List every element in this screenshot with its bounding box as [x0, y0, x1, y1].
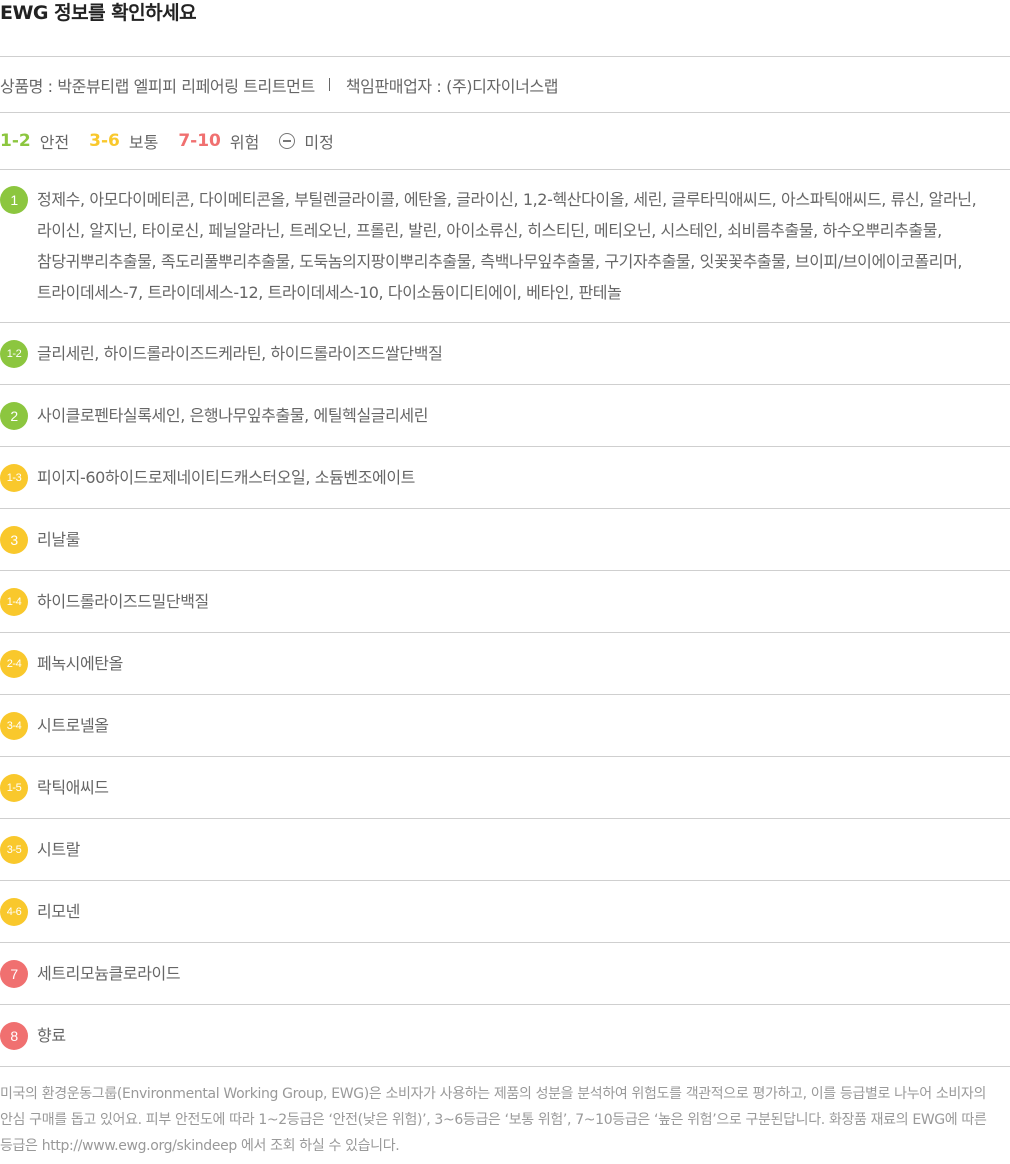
grade-badge: 1-5	[0, 773, 28, 802]
grade-badge: 3-4	[0, 711, 28, 740]
grade-badge: 1	[0, 186, 28, 214]
ingredient-names: 시트로넬올	[37, 716, 109, 735]
ingredient-row: 7 세트리모늄클로라이드	[0, 943, 1010, 1005]
ewg-info-panel: EWG 정보를 확인하세요 상품명 : 박준뷰티랩 엘피피 리페어링 트리트먼트…	[0, 0, 1010, 1164]
legend-range-moderate: 3-6	[89, 131, 120, 151]
ingredient-row: 1-4 하이드롤라이즈드밀단백질	[0, 571, 1010, 633]
ingredient-row: 3-4 시트로넬올	[0, 695, 1010, 757]
ingredient-row: 2-4 페녹시에탄올	[0, 633, 1010, 695]
grade-badge: 2	[0, 401, 28, 430]
ingredient-names: 락틱애씨드	[37, 778, 109, 797]
page-title: EWG 정보를 확인하세요	[0, 0, 1010, 57]
grade-legend: 1-2 안전 3-6 보통 7-10 위험 미정	[0, 113, 1010, 170]
ingredient-names: 세트리모늄클로라이드	[37, 964, 181, 983]
ingredient-names: 페녹시에탄올	[37, 654, 123, 673]
product-name: 상품명 : 박준뷰티랩 엘피피 리페어링 트리트먼트	[0, 76, 315, 96]
legend-item-moderate: 3-6 보통	[89, 129, 158, 153]
legend-range-safe: 1-2	[0, 131, 31, 151]
ingredient-names: 사이클로펜타실록세인, 은행나무잎추출물, 에틸헥실글리세린	[37, 406, 429, 425]
legend-label-undefined: 미정	[304, 133, 334, 152]
ingredient-names: 시트랄	[37, 840, 80, 859]
ingredient-names: 향료	[37, 1026, 66, 1045]
grade-badge: 3-5	[0, 835, 28, 864]
grade-badge: 7	[0, 959, 28, 988]
ingredient-names: 피이지-60하이드로제네이티드캐스터오일, 소듐벤조에이트	[37, 468, 415, 487]
ingredient-row: 3 리날룰	[0, 509, 1010, 571]
ingredient-list: 1 정제수, 아모다이메티콘, 다이메티콘올, 부틸렌글라이콜, 에탄올, 글라이…	[0, 170, 1010, 1067]
ingredient-names: 리모넨	[37, 902, 80, 921]
legend-label-safe: 안전	[39, 133, 70, 152]
legend-label-moderate: 보통	[128, 133, 159, 152]
seller-name: 책임판매업자 : (주)디자이너스랩	[345, 76, 559, 96]
minus-circle-icon	[279, 133, 296, 149]
grade-badge: 4-6	[0, 897, 28, 926]
grade-badge: 1-2	[0, 339, 28, 368]
grade-badge: 8	[0, 1021, 28, 1050]
legend-range-risky: 7-10	[178, 131, 221, 151]
grade-badge: 3	[0, 525, 28, 554]
ingredient-names: 하이드롤라이즈드밀단백질	[37, 592, 209, 611]
grade-badge: 1-3	[0, 463, 28, 492]
ingredient-row: 1-5 락틱애씨드	[0, 757, 1010, 819]
legend-label-risky: 위험	[229, 133, 260, 152]
ingredient-row: 3-5 시트랄	[0, 819, 1010, 881]
grade-badge: 1-4	[0, 587, 28, 616]
ingredient-row: 4-6 리모넨	[0, 881, 1010, 943]
legend-item-undefined: 미정	[279, 129, 334, 153]
legend-item-safe: 1-2 안전	[0, 129, 69, 153]
ingredient-row: 1 정제수, 아모다이메티콘, 다이메티콘올, 부틸렌글라이콜, 에탄올, 글라이…	[0, 170, 1010, 323]
divider	[328, 78, 330, 91]
product-info: 상품명 : 박준뷰티랩 엘피피 리페어링 트리트먼트 책임판매업자 : (주)디…	[0, 57, 1010, 113]
ingredient-row: 1-3 피이지-60하이드로제네이티드캐스터오일, 소듐벤조에이트	[0, 447, 1010, 509]
ewg-footnote: 미국의 환경운동그룹(Environmental Working Group, …	[0, 1086, 987, 1154]
ingredient-row: 1-2 글리세린, 하이드롤라이즈드케라틴, 하이드롤라이즈드쌀단백질	[0, 323, 1010, 385]
ingredient-row: 8 향료	[0, 1005, 1010, 1067]
ingredient-row: 2 사이클로펜타실록세인, 은행나무잎추출물, 에틸헥실글리세린	[0, 385, 1010, 447]
grade-badge: 2-4	[0, 649, 28, 678]
ingredient-names: 리날룰	[37, 530, 80, 549]
ingredient-names: 정제수, 아모다이메티콘, 다이메티콘올, 부틸렌글라이콜, 에탄올, 글라이신…	[37, 190, 977, 302]
legend-item-risky: 7-10 위험	[178, 129, 259, 153]
ingredient-names: 글리세린, 하이드롤라이즈드케라틴, 하이드롤라이즈드쌀단백질	[37, 344, 443, 363]
